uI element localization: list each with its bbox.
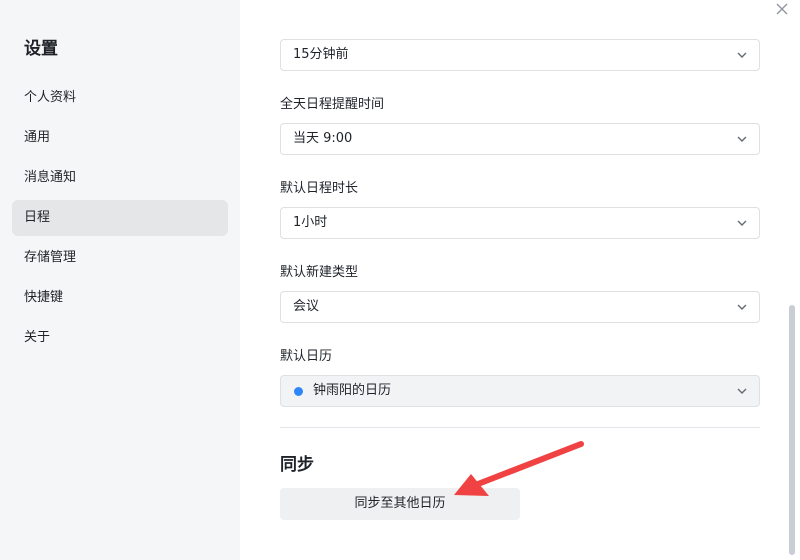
event-reminder-select[interactable]: 15分钟前 [280,39,760,71]
sidebar-title: 设置 [24,39,58,59]
default-calendar-select[interactable]: 钟雨阳的日历 [280,375,760,407]
calendar-color-dot [294,387,303,396]
default-newtype-select[interactable]: 会议 [280,291,760,323]
sidebar-item-calendar[interactable]: 日程 [12,200,228,236]
default-duration-select[interactable]: 1小时 [280,207,760,239]
default-calendar-value: 钟雨阳的日历 [313,383,392,398]
sidebar-item-storage[interactable]: 存储管理 [12,240,228,276]
sidebar-item-notifications[interactable]: 消息通知 [12,160,228,196]
sidebar-item-about[interactable]: 关于 [12,320,228,356]
default-duration-label: 默认日程时长 [280,181,359,196]
settings-sidebar: 设置 个人资料 通用 消息通知 日程 存储管理 快捷键 关于 [0,0,240,560]
chevron-down-icon [737,220,747,226]
sync-to-other-calendars-button[interactable]: 同步至其他日历 [280,488,520,520]
scrollbar-thumb[interactable] [789,305,795,555]
sync-section-title: 同步 [280,455,314,475]
chevron-down-icon [737,52,747,58]
section-divider [280,427,760,428]
default-duration-value: 1小时 [293,215,328,230]
chevron-down-icon [737,136,747,142]
default-newtype-value: 会议 [293,299,320,314]
allday-reminder-value: 当天 9:00 [293,131,353,146]
allday-reminder-label: 全天日程提醒时间 [280,97,385,112]
chevron-down-icon [737,388,747,394]
sidebar-item-profile[interactable]: 个人资料 [12,80,228,116]
allday-reminder-select[interactable]: 当天 9:00 [280,123,760,155]
close-icon [776,3,788,15]
default-calendar-label: 默认日历 [280,349,333,364]
sidebar-item-shortcuts[interactable]: 快捷键 [12,280,228,316]
chevron-down-icon [737,304,747,310]
close-button[interactable] [774,3,790,19]
default-newtype-label: 默认新建类型 [280,265,359,280]
sidebar-item-general[interactable]: 通用 [12,120,228,156]
event-reminder-value: 15分钟前 [293,47,349,62]
settings-main-panel [240,0,800,560]
